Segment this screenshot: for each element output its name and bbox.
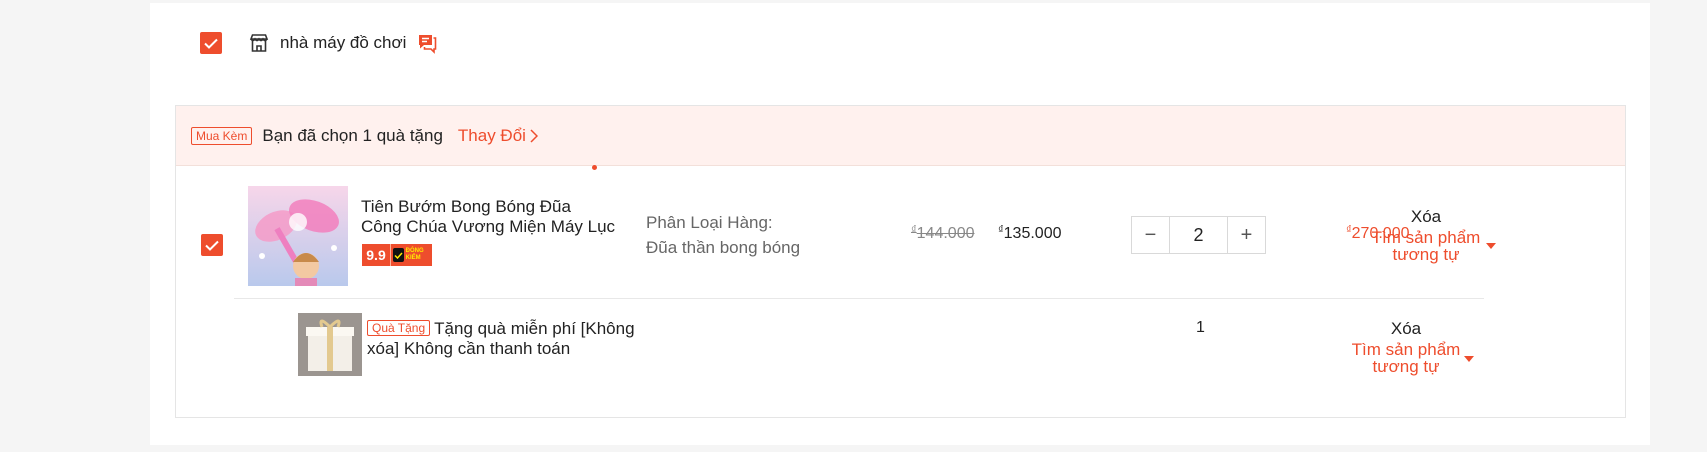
item-actions: Xóa Tìm sản phẩm tương tự <box>1351 207 1501 263</box>
variation-selector[interactable]: Phân Loại Hàng: Đũa thần bong bóng <box>646 210 800 260</box>
gift-item: Quà Tặng Tặng quà miễn phí [Không xóa] Kh… <box>176 299 1625 417</box>
shop-checkbox[interactable] <box>200 32 222 54</box>
verified-badge: ĐÓNG KIỂM <box>390 244 432 266</box>
variation-value: Đũa thần bong bóng <box>646 238 801 257</box>
check-icon <box>205 240 219 251</box>
original-price: ₫144.000 <box>911 224 975 242</box>
increase-button[interactable]: + <box>1228 217 1265 253</box>
quantity-stepper: − 2 + <box>1131 216 1266 254</box>
combo-promo-bar: Mua Kèm Bạn đã chọn 1 quà tặng Thay Đổi <box>176 106 1625 166</box>
gift-delete-button[interactable]: Xóa <box>1331 319 1481 339</box>
gift-description: Quà Tặng Tặng quà miễn phí [Không xóa] Kh… <box>367 319 637 363</box>
product-badges: 9.9 ĐÓNG KIỂM <box>362 244 432 266</box>
chat-icon[interactable] <box>416 32 438 54</box>
shop-name[interactable]: nhà máy đồ chơi <box>280 33 406 53</box>
change-gift-link[interactable]: Thay Đổi <box>458 126 538 146</box>
promo-text: Bạn đã chọn 1 quà tặng <box>262 125 443 145</box>
gift-actions: Xóa Tìm sản phẩm tương tự <box>1331 319 1481 375</box>
caret-down-icon[interactable] <box>1486 243 1496 249</box>
product-thumbnail[interactable] <box>248 186 348 286</box>
verified-label: ĐÓNG KIỂM <box>405 248 424 261</box>
item-checkbox[interactable] <box>201 234 223 256</box>
combo-tag: Mua Kèm <box>191 126 253 145</box>
gift-tag: Quà Tặng <box>367 320 431 336</box>
quantity-input[interactable]: 2 <box>1169 217 1228 253</box>
store-icon <box>249 34 269 52</box>
caret-down-icon[interactable] <box>1464 356 1474 362</box>
cart-item: Tiên Bướm Bong Bóng Đũa Công Chúa Vương … <box>176 167 1625 318</box>
sale-99-badge: 9.9 <box>362 244 390 266</box>
change-gift-label: Thay Đổi <box>457 125 526 145</box>
shop-header: nhà máy đồ chơi <box>200 30 438 56</box>
delete-button[interactable]: Xóa <box>1351 207 1501 227</box>
unit-price: ₫135.000 <box>998 224 1062 242</box>
gift-quantity: 1 <box>1196 319 1205 336</box>
gift-thumbnail <box>298 313 362 376</box>
decrease-button[interactable]: − <box>1132 217 1169 253</box>
verified-check-icon <box>393 248 404 262</box>
shop-cart-card: nhà máy đồ chơi Mua Kèm Bạn đã chọn 1 qu… <box>150 3 1650 445</box>
check-icon <box>204 38 218 49</box>
find-similar-button[interactable]: Tìm sản phẩm tương tự <box>1366 229 1486 263</box>
chevron-right-icon <box>530 128 538 143</box>
gift-find-similar-button[interactable]: Tìm sản phẩm tương tự <box>1346 341 1466 375</box>
variation-label: Phân Loại Hàng: <box>646 213 773 232</box>
product-name[interactable]: Tiên Bướm Bong Bóng Đũa Công Chúa Vương … <box>361 197 616 237</box>
cart-items-box: Mua Kèm Bạn đã chọn 1 quà tặng Thay Đổi <box>175 105 1626 418</box>
